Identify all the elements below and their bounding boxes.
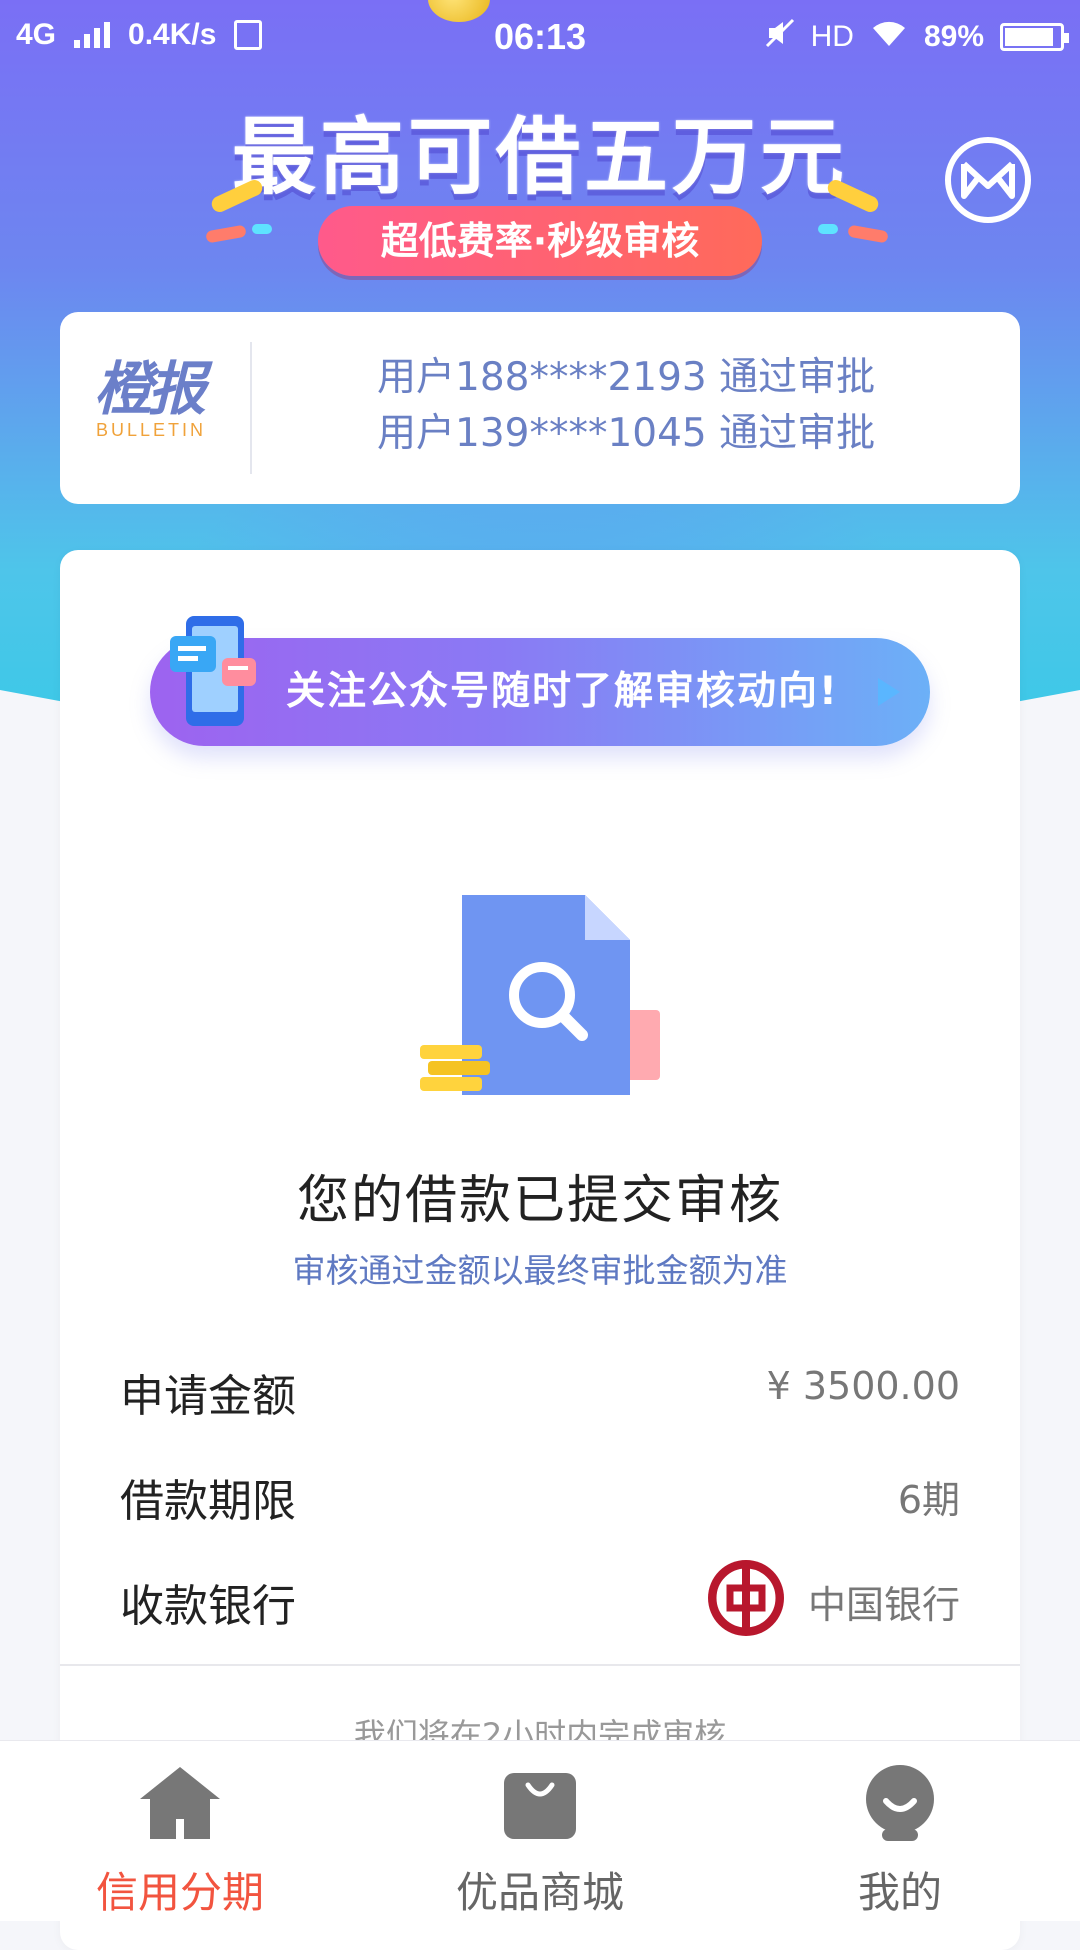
message-button[interactable] <box>945 137 1031 223</box>
bulletin-news: 用户188****2193 通过审批 用户139****1045 通过审批 <box>377 350 875 462</box>
bank-of-china-logo-icon <box>708 1560 784 1636</box>
detail-row-amount: 申请金额 ¥ 3500.00 <box>120 1360 960 1422</box>
battery-percent: 89% <box>923 20 984 53</box>
wifi-icon <box>870 18 908 56</box>
bulletin-item: 用户188****2193 通过审批 <box>377 355 876 400</box>
document-search-icon <box>420 895 660 1095</box>
tab-label: 优品商城 <box>455 1868 624 1917</box>
bulletin-divider <box>250 342 252 474</box>
profile-icon <box>866 1765 934 1841</box>
detail-value: 6期 <box>897 1478 960 1522</box>
status-title: 您的借款已提交审核 <box>296 1171 783 1231</box>
bottom-tab-bar: 信用分期 优品商城 我的 <box>0 1740 1080 1921</box>
detail-value: 中国银行 <box>807 1583 960 1627</box>
hero-subtitle-pill: 超低费率·秒级审核 <box>318 206 762 276</box>
detail-row-bank: 收款银行 中国银行 <box>120 1560 960 1636</box>
battery-icon <box>1000 23 1069 51</box>
phone-chat-icon <box>170 616 256 726</box>
tab-label: 我的 <box>857 1868 942 1917</box>
bulletin-item: 用户139****1045 通过审批 <box>377 411 876 456</box>
bulletin-logo-cn: 橙报 <box>94 355 206 423</box>
divider <box>60 1664 1020 1666</box>
bulletin-card: 橙报 BULLETIN 用户188****2193 通过审批 用户139****… <box>60 312 1020 504</box>
tab-profile[interactable]: 我的 <box>720 1741 1080 1921</box>
detail-row-term: 借款期限 6期 <box>120 1465 960 1527</box>
hero-title: 最高可借五万元 <box>231 108 848 206</box>
mail-icon <box>961 161 1015 199</box>
home-icon <box>140 1767 220 1839</box>
bag-icon <box>504 1773 576 1839</box>
status-bar: 4G 0.4K/s 06:13 HD 89% <box>0 0 1080 76</box>
tab-label: 信用分期 <box>95 1868 264 1917</box>
detail-label: 收款银行 <box>120 1581 296 1632</box>
follow-banner-text: 关注公众号随时了解审核动向! <box>286 669 839 714</box>
status-note: 审核通过金额以最终审批金额为准 <box>292 1251 788 1290</box>
detail-value: ¥ 3500.00 <box>766 1364 960 1408</box>
detail-label: 借款期限 <box>120 1476 296 1527</box>
bulletin-logo: 橙报 BULLETIN <box>94 358 234 441</box>
hd-label: HD <box>810 20 854 53</box>
tab-credit-installment[interactable]: 信用分期 <box>0 1741 360 1921</box>
play-arrow-icon <box>878 678 900 706</box>
detail-label: 申请金额 <box>120 1371 296 1422</box>
follow-official-account-banner[interactable]: 关注公众号随时了解审核动向! <box>150 638 930 746</box>
bulletin-logo-en: BULLETIN <box>96 420 207 440</box>
mute-icon <box>765 18 795 56</box>
tab-shop[interactable]: 优品商城 <box>360 1741 720 1921</box>
